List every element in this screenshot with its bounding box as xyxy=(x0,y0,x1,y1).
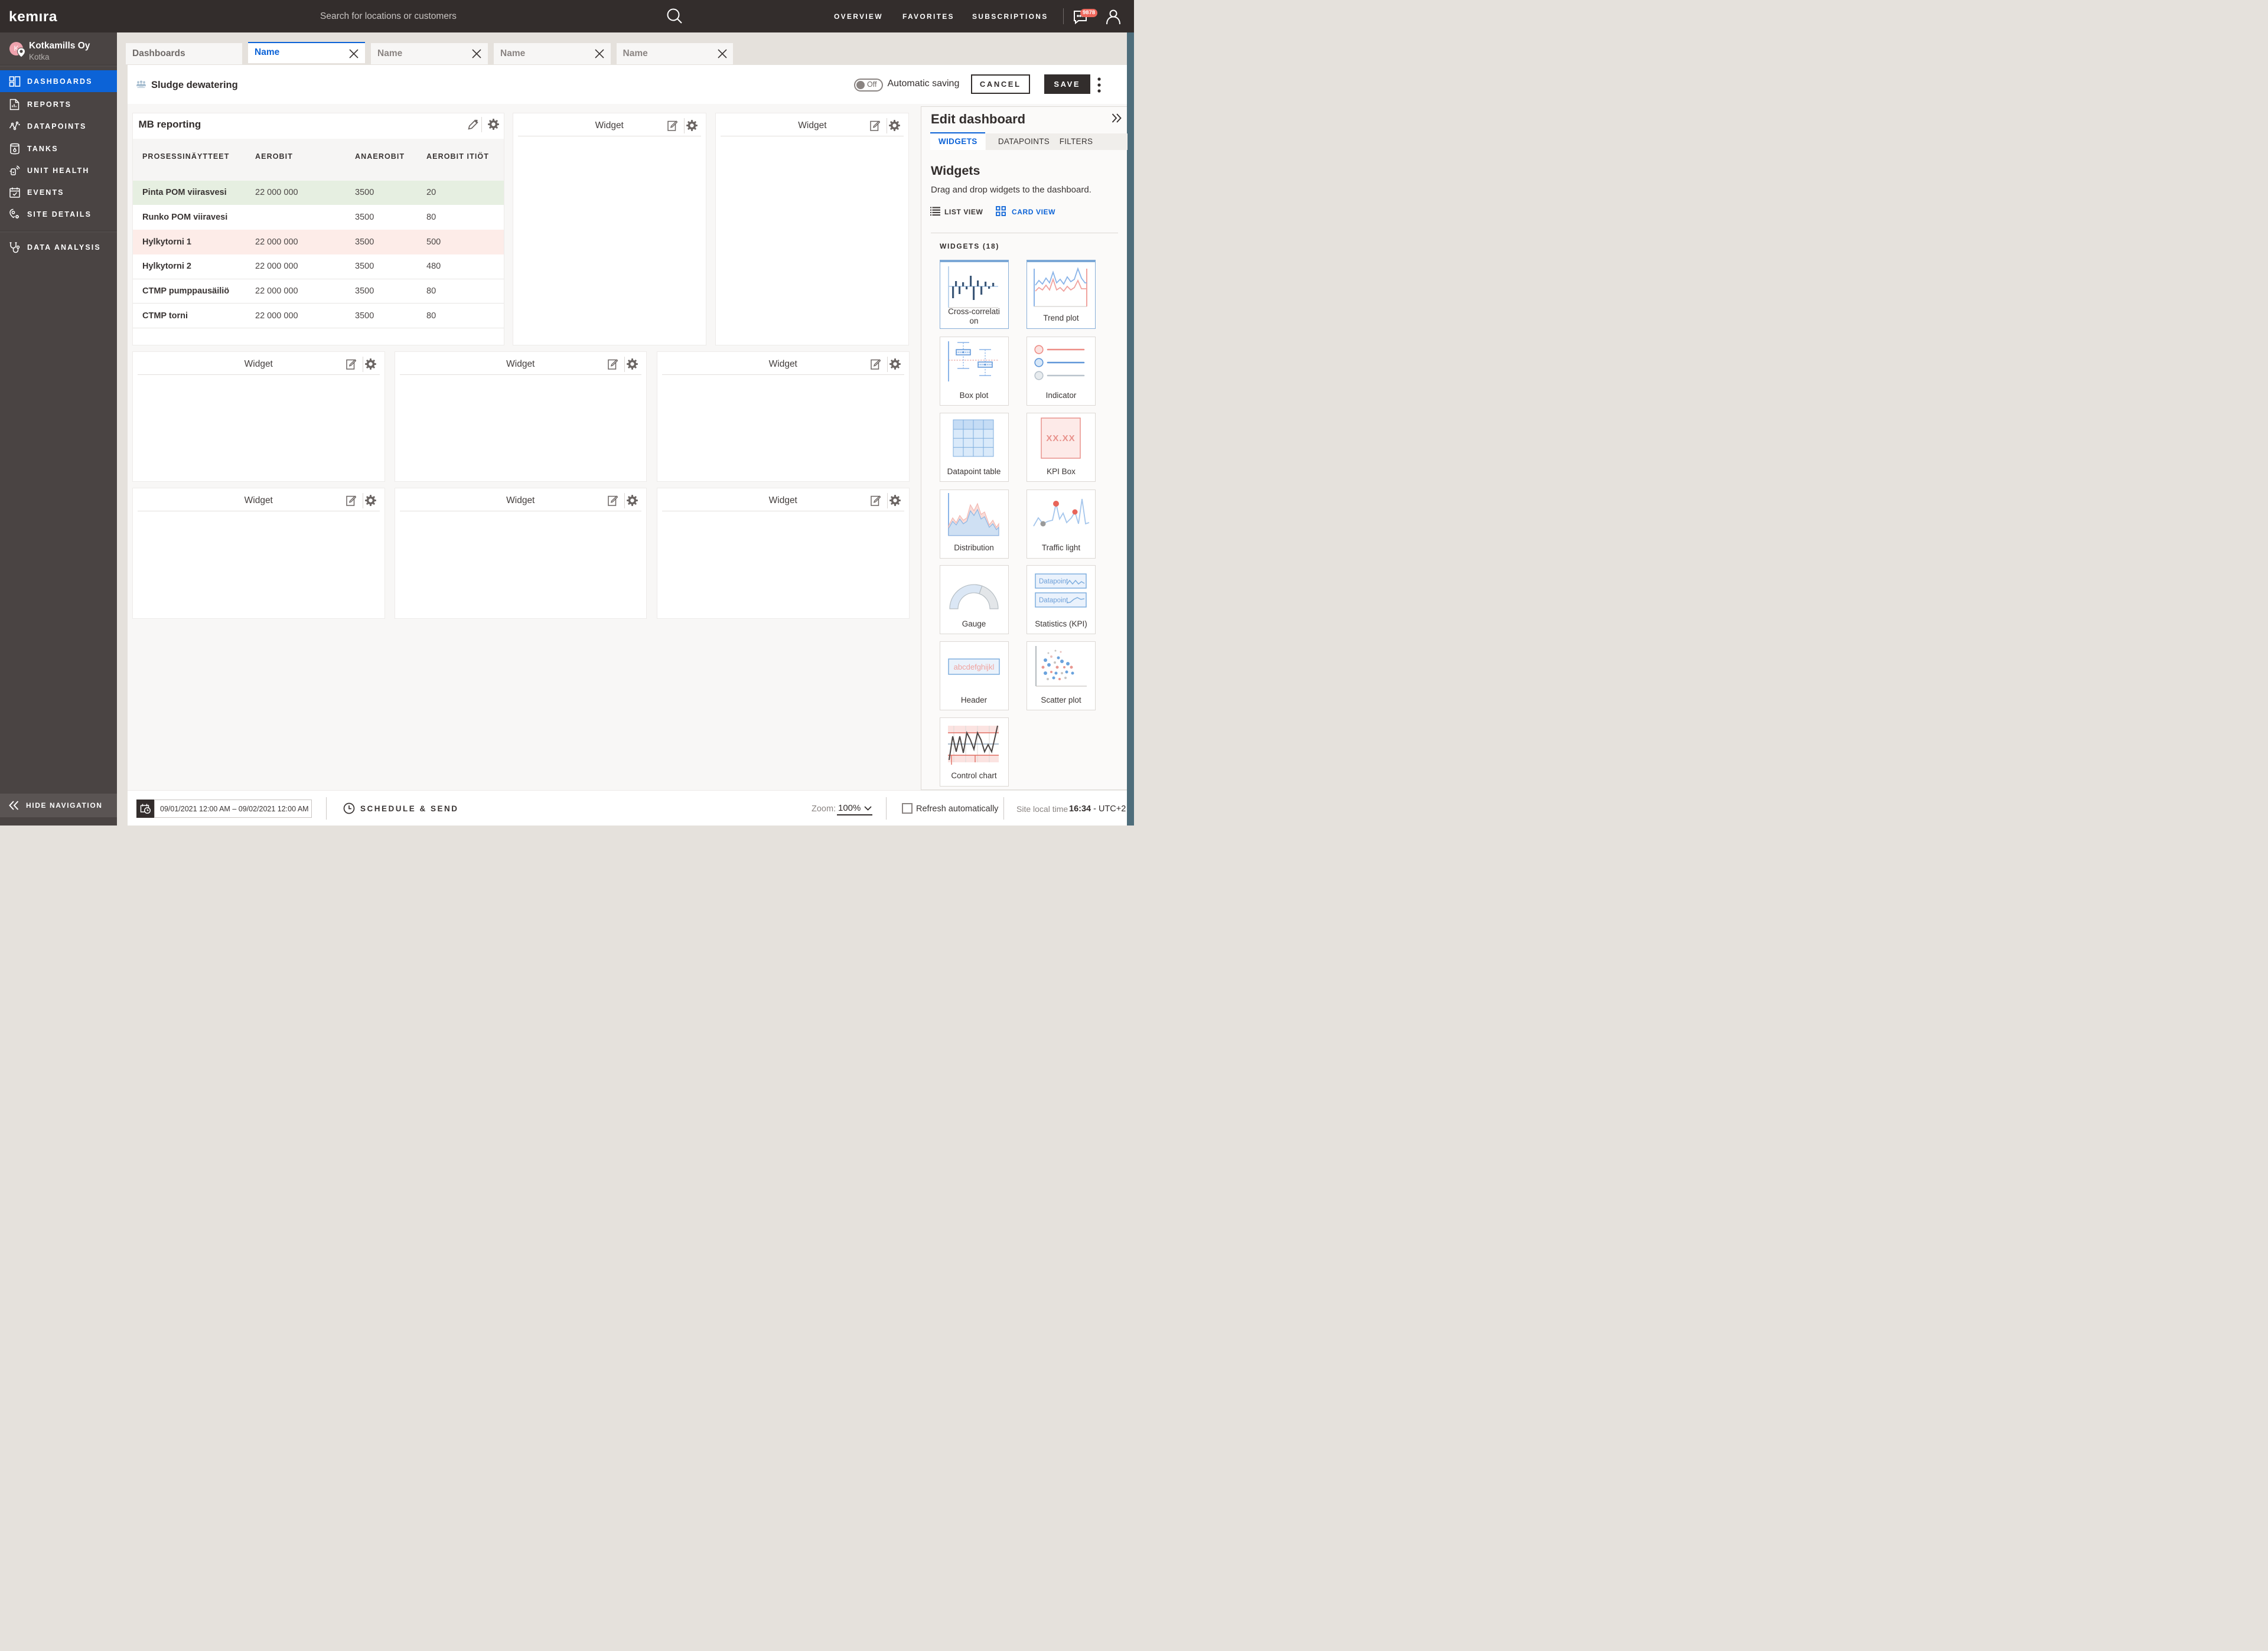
svg-text:Datapoint: Datapoint xyxy=(1039,578,1068,585)
svg-text:abcdefghijkl: abcdefghijkl xyxy=(953,663,994,671)
svg-text:Datapoint: Datapoint xyxy=(1039,597,1068,604)
svg-text:XX.XX: XX.XX xyxy=(1046,433,1075,443)
